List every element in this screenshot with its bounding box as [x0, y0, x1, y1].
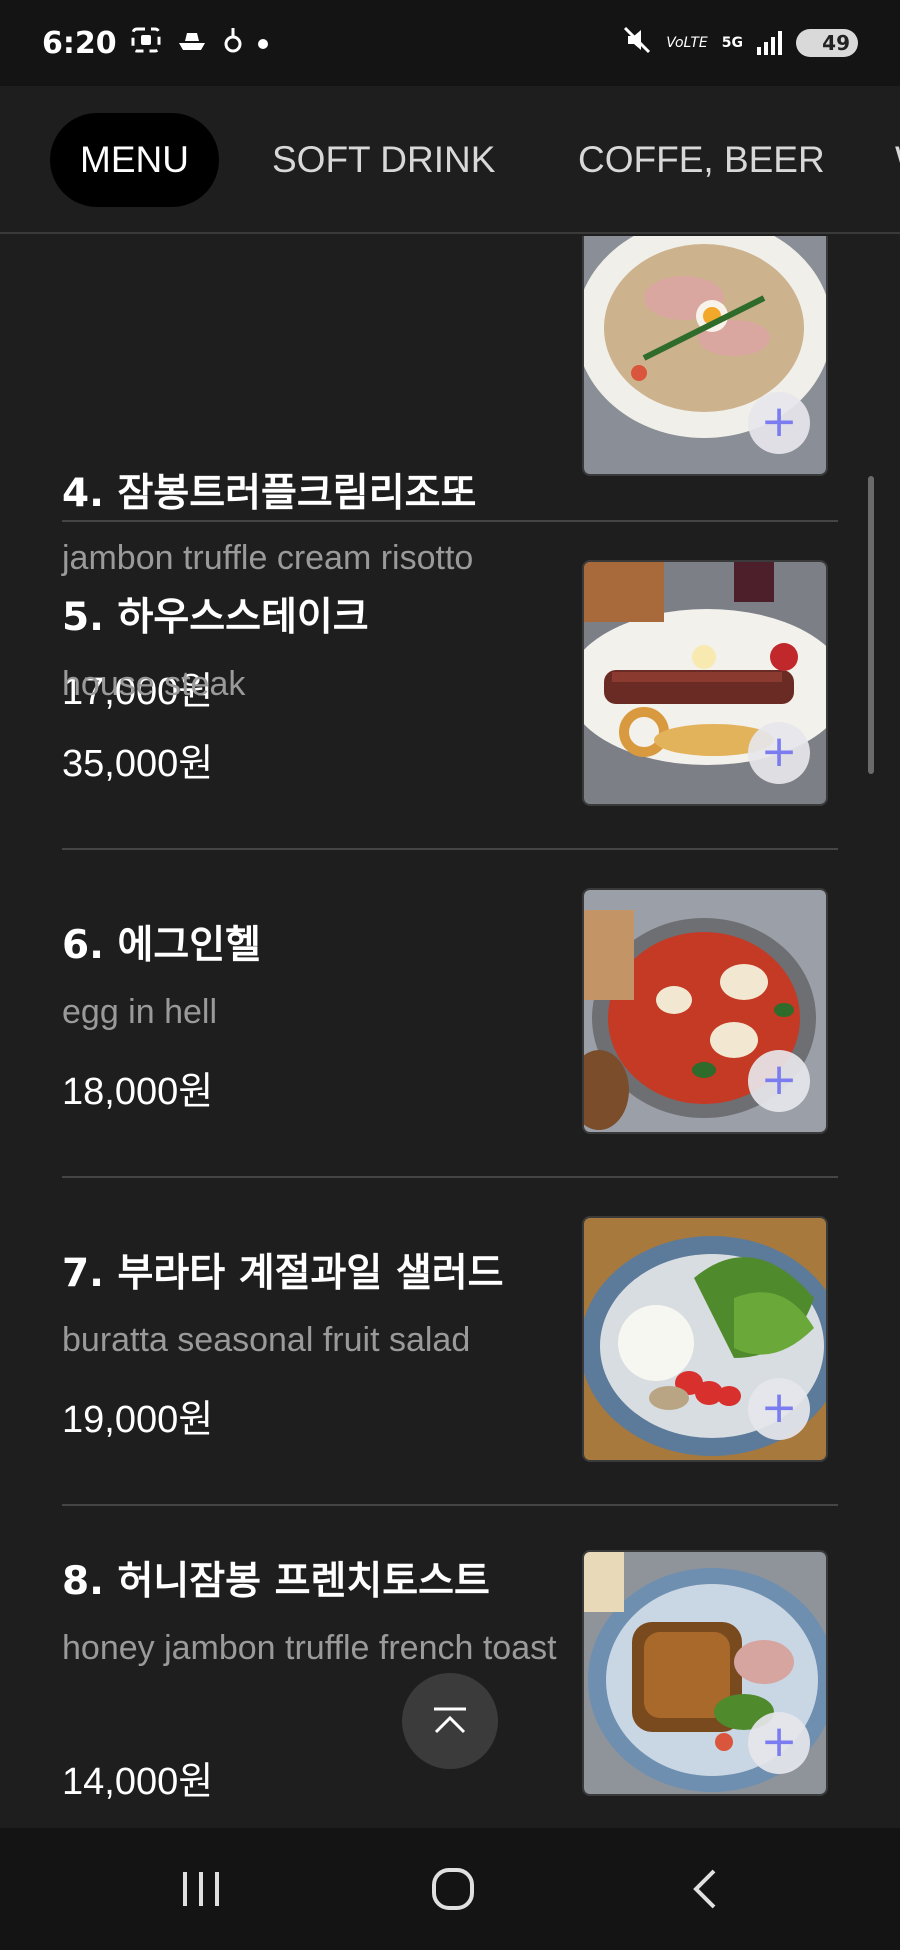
status-time: 6:20 [42, 25, 117, 61]
back-icon[interactable] [670, 1858, 740, 1920]
signal-icon [757, 31, 782, 55]
french-toast-photo[interactable]: + [582, 1550, 828, 1796]
home-icon[interactable] [418, 1858, 488, 1920]
add-to-cart-button[interactable]: + [748, 392, 810, 454]
recent-apps-icon[interactable] [166, 1858, 236, 1920]
item-name: 5. 하우스스테이크 [62, 595, 369, 640]
status-right: VoLTE 5G 49 [622, 25, 858, 61]
item-name: 8. 허니잠봉 프렌치토스트 [62, 1559, 490, 1604]
touch-icon [223, 26, 243, 60]
status-bar: 6:20 VoLTE 5G 49 [0, 0, 900, 86]
system-nav-bar [0, 1828, 900, 1950]
volte-label: VoLTE [666, 35, 708, 51]
tab-next[interactable]: W [895, 113, 900, 207]
add-to-cart-button[interactable]: + [748, 1050, 810, 1112]
item-name: 7. 부라타 계절과일 샐러드 [62, 1251, 504, 1296]
item-description: honey jambon truffle french toast [62, 1629, 557, 1667]
tab-coffee-beer[interactable]: COFFE, BEER [578, 113, 825, 207]
chevron-up-icon [434, 1707, 466, 1734]
menu-list: 4. 잠봉트러플크림리조또 jambon truffle cream risot… [0, 236, 900, 1828]
add-to-cart-button[interactable]: + [748, 1378, 810, 1440]
tab-menu[interactable]: MENU [50, 113, 219, 207]
tab-soft-drink[interactable]: SOFT DRINK [272, 113, 495, 207]
item-name: 4. 잠봉트러플크림리조또 [62, 471, 477, 516]
battery-indicator: 49 [796, 29, 858, 57]
add-to-cart-button[interactable]: + [748, 1712, 810, 1774]
status-left: 6:20 [42, 26, 269, 61]
item-description: egg in hell [62, 993, 218, 1031]
item-name: 6. 에그인헬 [62, 923, 262, 968]
scroll-to-top-button[interactable] [402, 1673, 498, 1769]
network-type-label: 5G [721, 35, 743, 51]
scrollbar[interactable] [868, 476, 874, 774]
item-price: 18,000원 [62, 1071, 214, 1113]
item-price: 35,000원 [62, 743, 214, 785]
item-description: buratta seasonal fruit salad [62, 1321, 471, 1359]
steak-photo[interactable]: + [582, 560, 828, 806]
notification-dot-icon [257, 31, 269, 56]
shakshuka-photo[interactable]: + [582, 888, 828, 1134]
battery-level: 49 [822, 31, 850, 55]
salad-photo[interactable]: + [582, 1216, 828, 1462]
mute-icon [622, 25, 652, 61]
boat-icon [175, 27, 209, 59]
add-to-cart-button[interactable]: + [748, 722, 810, 784]
risotto-photo[interactable]: + [582, 236, 828, 476]
item-price: 14,000원 [62, 1761, 214, 1803]
item-price: 19,000원 [62, 1399, 214, 1441]
item-description: house steak [62, 665, 246, 703]
category-tabs: MENU SOFT DRINK COFFE, BEER W [0, 86, 900, 234]
screenshot-icon [131, 27, 161, 59]
